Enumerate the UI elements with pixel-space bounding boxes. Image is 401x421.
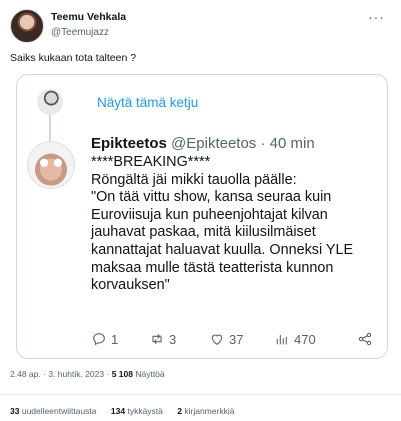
retweet-icon xyxy=(152,333,162,345)
quoted-author-handle[interactable]: @Epikteetos xyxy=(171,135,256,152)
quoted-header: Epikteetos @Epikteetos · 40 min xyxy=(91,135,315,153)
retweet-button[interactable]: 3 xyxy=(149,331,176,347)
retweets-stat[interactable]: 33 uudelleentwiittausta xyxy=(10,406,99,416)
engagement-stats: 33 uudelleentwiittausta 134 tykkäystä 2 … xyxy=(10,406,246,416)
likes-stat[interactable]: 134 tykkäystä xyxy=(111,406,165,416)
tweet-text: Saiks kukaan tota talteen ? xyxy=(10,52,137,64)
quoted-thread-card[interactable]: Näytä tämä ketju Epikteetos @Epikteetos … xyxy=(16,74,388,359)
tweet-date[interactable]: 3. huhtik. 2023 xyxy=(48,369,104,379)
divider xyxy=(0,394,401,395)
bookmarks-stat-count: 2 xyxy=(177,406,182,416)
retweet-count: 3 xyxy=(169,331,177,347)
author-name[interactable]: Teemu Vehkala xyxy=(51,11,126,24)
likes-stat-count: 134 xyxy=(110,406,126,416)
retweets-stat-count: 33 xyxy=(10,406,20,416)
meta-dot: · xyxy=(106,369,110,379)
views-count: 470 xyxy=(294,331,316,347)
like-button[interactable]: 37 xyxy=(209,331,243,347)
share-button[interactable] xyxy=(357,331,373,347)
reply-icon xyxy=(93,333,105,346)
views-button[interactable]: 470 xyxy=(274,331,316,347)
author-avatar[interactable] xyxy=(10,9,44,43)
like-icon xyxy=(211,334,223,345)
quoted-author-avatar[interactable] xyxy=(27,141,75,189)
tweet-time[interactable]: 2.48 ap. xyxy=(10,369,41,379)
thread-connector-line xyxy=(49,115,51,143)
quoted-actions: 1 3 37 470 xyxy=(91,331,377,349)
quoted-time[interactable]: 40 min xyxy=(270,135,315,152)
tweet-view: Teemu Vehkala @Teemujazz ··· Saiks kukaa… xyxy=(0,0,401,421)
author-block[interactable]: Teemu Vehkala @Teemujazz xyxy=(51,11,126,39)
reply-button[interactable]: 1 xyxy=(91,331,118,347)
quoted-separator: · xyxy=(260,135,266,152)
show-thread-row[interactable]: Näytä tämä ketju xyxy=(37,89,198,115)
show-thread-link[interactable]: Näytä tämä ketju xyxy=(97,95,198,110)
quoted-body: ****BREAKING**** Röngältä jäi mikki tauo… xyxy=(91,154,354,294)
author-handle[interactable]: @Teemujazz xyxy=(51,26,126,39)
tweet-views-label: Näyttöä xyxy=(135,369,165,379)
more-options-icon[interactable]: ··· xyxy=(368,9,385,25)
thread-avatar[interactable] xyxy=(37,89,63,115)
bookmarks-stat[interactable]: 2 kirjanmerkkiä xyxy=(177,406,234,416)
quoted-author-name[interactable]: Epikteetos xyxy=(91,135,167,152)
tweet-views-count: 5 108 xyxy=(111,369,133,379)
meta-dot: · xyxy=(43,369,46,379)
reply-count: 1 xyxy=(111,331,119,347)
share-icon xyxy=(358,332,372,346)
like-count: 37 xyxy=(229,331,244,347)
likes-stat-label: tykkäystä xyxy=(127,406,163,416)
views-icon xyxy=(276,335,287,345)
tweet-meta: 2.48 ap. · 3. huhtik. 2023 · 5 108 Näytt… xyxy=(10,369,165,379)
bookmarks-stat-label: kirjanmerkkiä xyxy=(184,406,235,416)
retweets-stat-label: uudelleentwiittausta xyxy=(21,406,97,416)
